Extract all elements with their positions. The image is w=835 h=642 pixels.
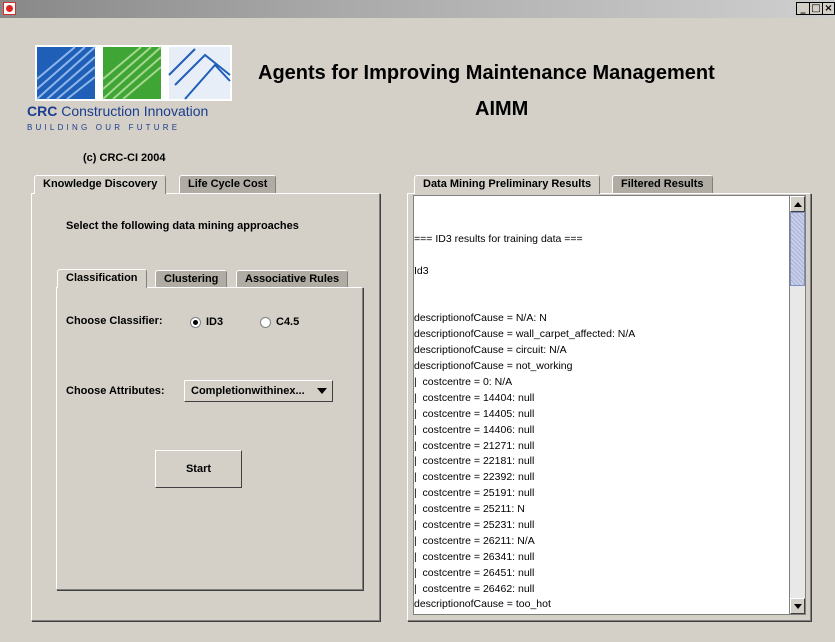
result-line [414,248,635,264]
result-line: === ID3 results for training data === [414,233,583,245]
logo-graphic [35,45,232,101]
result-line: descriptionofCause = circuit: N/A [414,344,567,357]
result-line: descriptionofCause = too_hot [414,598,551,611]
scroll-thumb[interactable] [790,212,805,286]
logo-tagline: BUILDING OUR FUTURE [27,123,181,132]
tab-filtered-results[interactable]: Filtered Results [612,175,713,193]
crc-logo: CRC Construction Innovation BUILDING OUR… [23,45,236,152]
result-line: | costcentre = 0: N/A [414,376,513,389]
app-subtitle: AIMM [475,98,529,120]
result-line: | costcentre = 14405: null [414,407,535,420]
result-line: | costcentre = 25191: null [414,487,535,500]
scroll-down-icon[interactable] [790,598,805,614]
copyright-label: (c) CRC-CI 2004 [83,152,166,164]
title-bar: _ □ × [0,0,835,18]
result-line: | costcentre = 26451: null [414,566,535,579]
result-line: descriptionofCause = not_working [414,360,573,373]
tab-associative-rules[interactable]: Associative Rules [236,270,349,288]
vertical-scrollbar[interactable] [790,195,806,615]
attributes-label: Choose Attributes: [66,385,165,397]
radio-unchecked-icon [260,316,271,328]
result-line: | costcentre = 14404: null [414,391,535,404]
close-icon[interactable]: × [822,2,835,15]
radio-c45-label: C4.5 [276,316,300,328]
result-line: | costcentre = 22392: null [414,471,535,484]
radio-c45[interactable]: C4.5 [260,316,299,328]
section-label: Select the following data mining approac… [66,220,299,232]
app-icon[interactable] [3,2,16,15]
result-line: | costcentre = 26341: null [414,550,535,563]
result-line: | costcentre = 14406: null [414,423,535,436]
tab-classification[interactable]: Classification [57,269,147,288]
tab-clustering[interactable]: Clustering [155,270,228,288]
result-line: | costcentre = 26211: N/A [414,534,535,547]
tab-preliminary-results[interactable]: Data Mining Preliminary Results [414,175,601,194]
result-line: | costcentre = 26462: null [414,582,535,595]
result-line: descriptionofCause = N/A: N [414,312,547,325]
maximize-icon[interactable]: □ [809,2,822,15]
classifier-label: Choose Classifier: [66,315,163,327]
result-line: | costcentre = 25231: null [414,519,535,532]
minimize-icon[interactable]: _ [796,2,809,15]
start-button[interactable]: Start [155,450,242,488]
scroll-up-icon[interactable] [790,196,805,212]
logo-name: CRC Construction Innovation [27,103,209,119]
result-line: | costcentre = 22181: null [414,455,535,468]
result-line [414,296,635,312]
tab-life-cycle-cost[interactable]: Life Cycle Cost [179,175,277,193]
result-line: descriptionofCause = wall_carpet_affecte… [414,328,636,341]
result-line: | costcentre = 25211: N [414,503,525,516]
app-title: Agents for Improving Maintenance Managem… [258,62,715,84]
radio-checked-icon [190,316,201,328]
result-line: Id3 [414,264,429,277]
radio-id3-label: ID3 [206,316,224,328]
results-text-area[interactable]: === ID3 results for training data === Id3… [413,195,790,615]
window-controls: _ □ × [796,2,835,15]
results-lines: === ID3 results for training data === Id3… [414,232,635,613]
attributes-selected: Completionwithinex... [191,385,305,397]
dropdown-arrow-icon[interactable] [317,388,327,394]
attributes-dropdown[interactable]: Completionwithinex... [184,380,333,402]
radio-id3[interactable]: ID3 [190,316,223,328]
result-line: | costcentre = 21271: null [414,439,535,452]
classification-panel [56,287,363,590]
result-line [414,280,635,296]
tab-knowledge-discovery[interactable]: Knowledge Discovery [34,175,167,194]
